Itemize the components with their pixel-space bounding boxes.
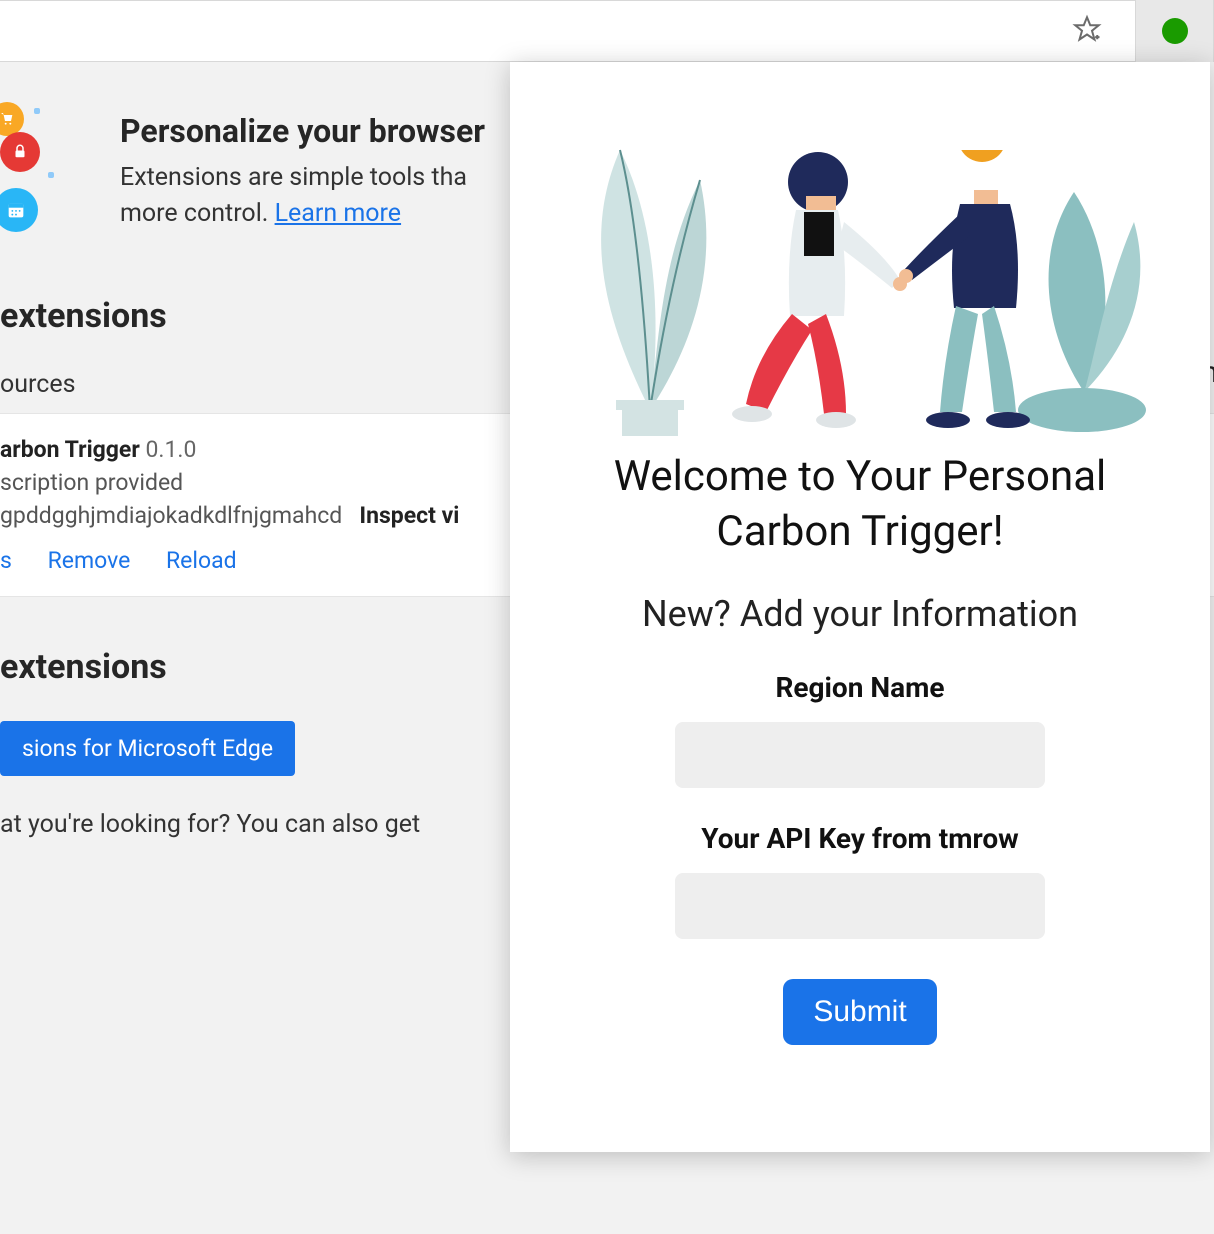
plant-icon — [550, 110, 750, 440]
extension-version: 0.1.0 — [146, 436, 197, 463]
extension-popup: Welcome to Your Personal Carbon Trigger!… — [510, 62, 1210, 1152]
learn-more-link[interactable]: Learn more — [275, 199, 401, 228]
region-name-input[interactable] — [675, 722, 1045, 788]
action-reload[interactable]: Reload — [166, 547, 237, 574]
api-key-label: Your API Key from tmrow — [701, 822, 1018, 855]
lock-icon — [0, 132, 40, 172]
inspect-views-label[interactable]: Inspect vi — [359, 502, 459, 529]
profile-avatar-icon — [1162, 18, 1188, 44]
shopping-icon — [0, 102, 24, 136]
banner-sub-line2: more control. — [120, 199, 275, 228]
extension-id: gpddgghjmdiajokadkdlfnjgmahcd — [0, 502, 342, 529]
person-illustration-icon — [896, 150, 1086, 450]
popup-form: Region Name Your API Key from tmrow Subm… — [546, 671, 1174, 1045]
submit-button[interactable]: Submit — [783, 979, 936, 1045]
spark-icon — [48, 172, 54, 178]
popup-welcome-title: Welcome to Your Personal Carbon Trigger! — [546, 450, 1174, 559]
get-extensions-edge-button[interactable]: sions for Microsoft Edge — [0, 721, 295, 776]
welcome-illustration — [546, 102, 1174, 432]
profile-button[interactable] — [1135, 0, 1213, 62]
calendar-icon — [0, 188, 38, 232]
star-icon — [1072, 14, 1102, 48]
api-key-input[interactable] — [675, 873, 1045, 939]
banner-subtitle: Extensions are simple tools tha more con… — [120, 160, 485, 233]
banner-sub-line1: Extensions are simple tools tha — [120, 163, 467, 192]
bookmark-button[interactable] — [1063, 7, 1111, 55]
action-remove[interactable]: Remove — [48, 547, 131, 574]
spark-icon — [34, 108, 40, 114]
region-name-label: Region Name — [775, 671, 944, 704]
browser-toolbar — [0, 0, 1214, 62]
extension-name: arbon Trigger — [0, 436, 140, 463]
action-details-fragment[interactable]: s — [0, 547, 12, 574]
popup-new-prompt: New? Add your Information — [642, 593, 1078, 635]
banner-title: Personalize your browser — [120, 112, 485, 150]
banner-decoration-icons — [0, 102, 80, 262]
